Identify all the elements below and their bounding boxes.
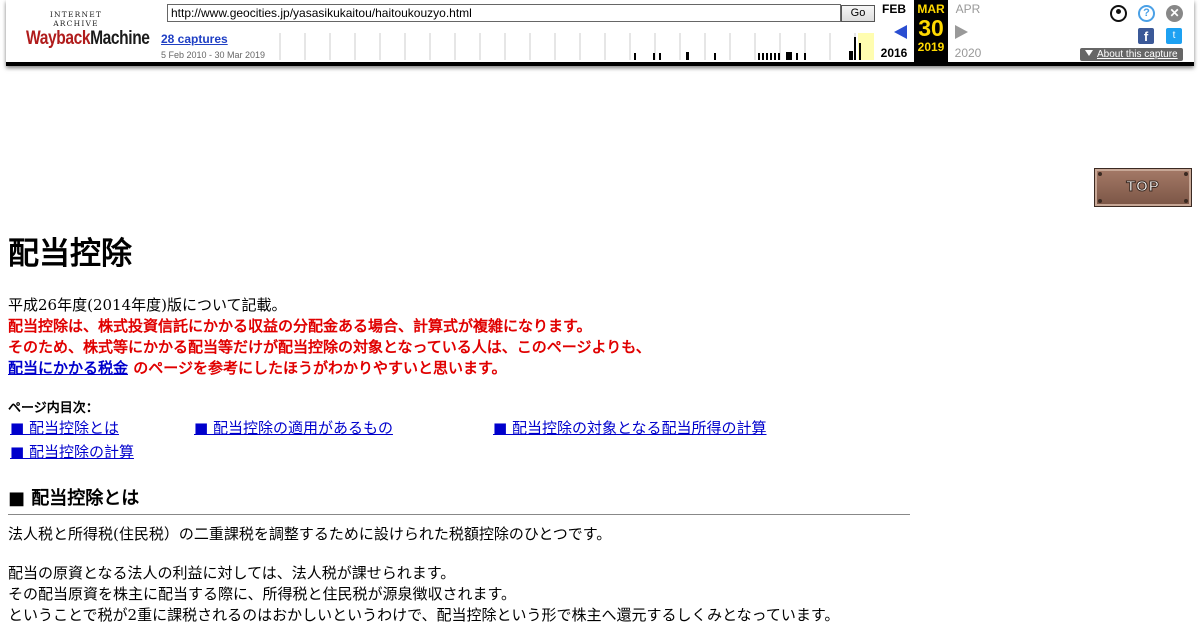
current-year: 2019 [917, 40, 945, 54]
paragraph: 配当の原資となる法人の利益に対しては、法人税が課せられます。 [8, 564, 456, 582]
toc-link-what-is[interactable]: ■ 配当控除とは [10, 417, 119, 438]
top-button-label: TOP [1126, 178, 1160, 196]
page-title: 配当控除 [8, 236, 132, 272]
url-input[interactable]: http://www.geocities.jp/yasasikukaitou/h… [167, 4, 841, 22]
prev-month-label[interactable]: FEB [876, 2, 912, 16]
user-account-icon[interactable] [1110, 5, 1127, 22]
dropdown-triangle-icon [1085, 50, 1093, 56]
screw-icon [1184, 199, 1188, 203]
logo-wayback: Wayback [26, 28, 91, 49]
tax-on-dividends-link[interactable]: 配当にかかる税金 [8, 359, 128, 377]
intro-line-4: 配当にかかる税金 のページを参考にしたほうがわかりやすいと思います。 [8, 358, 651, 379]
sparkline-capture-bars [634, 37, 861, 60]
toc-title: ページ内目次： [8, 401, 99, 416]
screw-icon [1098, 199, 1102, 203]
next-month-label: APR [955, 2, 981, 16]
intro-block: 平成26年度(2014年度)版について記載。 配当控除は、株式投資信託にかかる収… [8, 295, 651, 379]
wayback-toolbar: INTERNET ARCHIVE WaybackMachine http://w… [6, 0, 1194, 66]
section-heading: ■ 配当控除とは [8, 488, 140, 509]
paragraph: ということで税が2重に課税されるのはおかしいというわけで、配当控除という形で株主… [8, 606, 840, 624]
about-capture-label: About this capture [1097, 49, 1178, 60]
paragraph: その配当原資を株主に配当する際に、所得税と住民税が源泉徴収されます。 [8, 585, 517, 603]
twitter-icon[interactable]: t [1166, 28, 1182, 44]
section-divider [8, 514, 910, 515]
toc-link-dividend-income-calc[interactable]: ■ 配当控除の対象となる配当所得の計算 [493, 417, 767, 438]
current-capture-date: MAR 30 2019 [914, 0, 948, 62]
logo-top-text: INTERNET ARCHIVE [49, 10, 103, 28]
intro-line-4-rest: のページを参考にしたほうがわかりやすいと思います。 [128, 359, 507, 377]
sparkline-year-dividers [279, 33, 856, 60]
help-icon[interactable]: ? [1138, 5, 1155, 22]
facebook-icon[interactable]: f [1138, 28, 1154, 44]
wayback-logo[interactable]: INTERNET ARCHIVE WaybackMachine [26, 10, 150, 50]
capture-range: 5 Feb 2010 - 30 Mar 2019 [161, 50, 266, 60]
intro-line-2: 配当控除は、株式投資信託にかかる収益の分配金ある場合、計算式が複雑になります。 [8, 317, 592, 335]
prev-capture-arrow-icon[interactable] [894, 25, 907, 39]
top-button[interactable]: TOP [1094, 168, 1192, 207]
close-icon[interactable]: ✕ [1166, 5, 1183, 22]
screw-icon [1184, 172, 1188, 176]
current-month: MAR [917, 2, 945, 16]
next-year-label: 2020 [954, 46, 982, 60]
current-day: 30 [918, 15, 944, 41]
about-capture-button[interactable]: About this capture [1080, 48, 1183, 61]
logo-machine: Machine [90, 28, 150, 49]
capture-sparkline[interactable] [274, 33, 874, 60]
toc-link-applicable[interactable]: ■ 配当控除の適用があるもの [194, 417, 393, 438]
screw-icon [1098, 172, 1102, 176]
prev-year-label[interactable]: 2016 [876, 46, 912, 60]
intro-line-3: そのため、株式等にかかる配当等だけが配当控除の対象となっている人は、このページよ… [8, 338, 651, 356]
logo-main-text: WaybackMachine [26, 28, 150, 50]
next-capture-arrow-icon [955, 25, 968, 39]
toc-link-credit-calc[interactable]: ■ 配当控除の計算 [10, 441, 134, 462]
intro-line-1: 平成26年度(2014年度)版について記載。 [8, 296, 287, 314]
captures-link[interactable]: 28 captures [161, 32, 228, 46]
go-button[interactable]: Go [841, 5, 875, 22]
paragraph: 法人税と所得税(住民税）の二重課税を調整するために設けられた税額控除のひとつです… [8, 525, 612, 543]
